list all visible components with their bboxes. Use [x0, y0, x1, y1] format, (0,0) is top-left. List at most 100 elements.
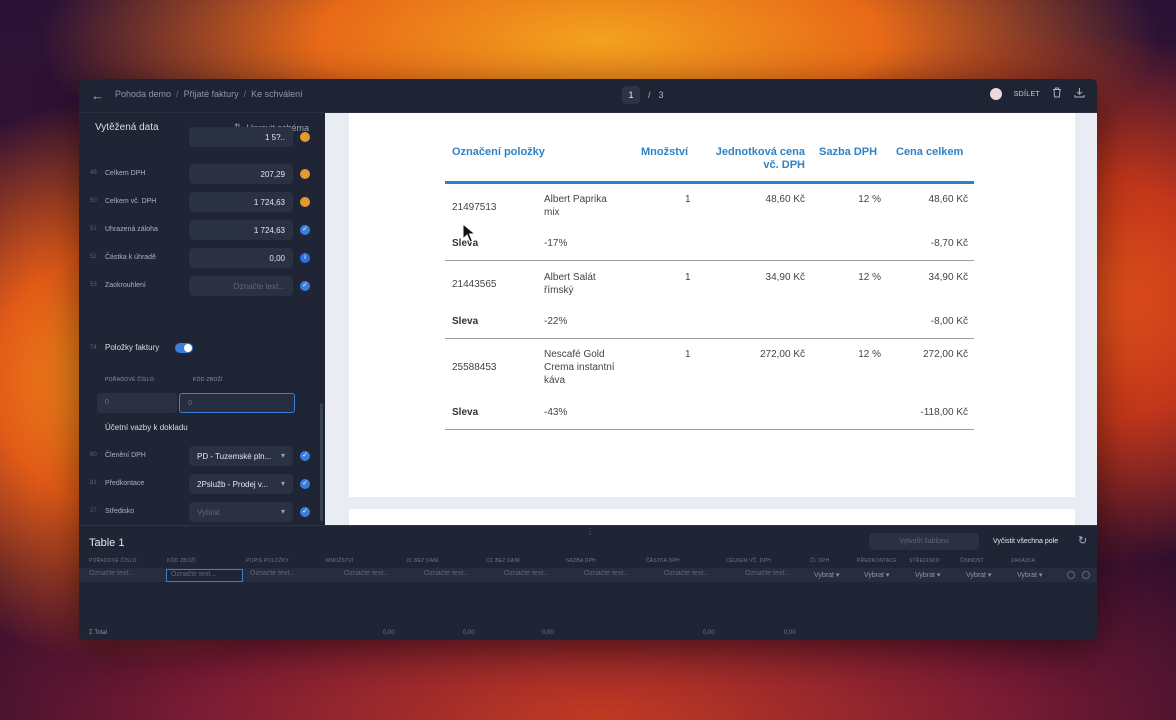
- field-value[interactable]: Označte text...: [189, 276, 293, 296]
- product-code-input[interactable]: 0: [179, 393, 295, 413]
- back-arrow-icon[interactable]: ←: [91, 88, 107, 104]
- header-vat-rate: Sazba DPH: [819, 146, 878, 158]
- field-label: Zaokrouhlení: [105, 282, 146, 289]
- select-label: Vybrat: [915, 572, 935, 579]
- discount-total: -8,00 Kč: [930, 316, 968, 327]
- column-header: SAZBA DPH: [566, 558, 596, 564]
- trash-icon[interactable]: [1052, 87, 1062, 101]
- header-unit-price-line2: vč. DPH: [763, 159, 805, 171]
- breadcrumb-item[interactable]: Ke schválení: [251, 89, 303, 99]
- field-number: 81: [90, 480, 97, 486]
- table-cell-input[interactable]: Označte text...: [166, 569, 243, 582]
- item-vat: 12 %: [858, 194, 881, 205]
- invoice-items-label: Položky faktury: [105, 343, 160, 352]
- column-header: ČINNOST: [960, 558, 984, 564]
- copy-row-icon[interactable]: [1067, 571, 1075, 579]
- column-header: POPIS POLOŽKY: [246, 558, 289, 564]
- field-value[interactable]: 1 724,63: [189, 192, 293, 212]
- item-name-line: Albert Paprika: [544, 194, 607, 205]
- field-value[interactable]: 0,00: [189, 248, 293, 268]
- app-window: ← Pohoda demo / Přijaté faktury / Ke sch…: [79, 79, 1097, 640]
- breadcrumb-item[interactable]: Přijaté faktury: [184, 89, 239, 99]
- extracted-data-sidebar: Vytěžená data ⇅ Upravit schéma 1 5?.. 49…: [79, 113, 325, 525]
- cost-center-select[interactable]: Vybrat: [189, 502, 293, 522]
- create-template-button[interactable]: Vytvořit šablonu: [869, 533, 979, 550]
- total-sum: 0,00: [463, 630, 475, 636]
- field-row-uhrazena-zaloha: 51 Uhrazená záloha 1 724,63 ✓: [79, 220, 325, 242]
- item-code: 21443565: [452, 279, 497, 290]
- avatar[interactable]: [989, 88, 1002, 100]
- field-number: 74: [90, 345, 97, 351]
- sidebar-scrollbar[interactable]: [320, 403, 323, 521]
- field-value[interactable]: 207,29: [189, 164, 293, 184]
- item-total: 48,60 Kč: [928, 194, 968, 205]
- table-cell-input[interactable]: Označte text...: [344, 570, 404, 581]
- select-label: Vybrat: [1017, 572, 1037, 579]
- item-name-line: Crema instantní: [544, 362, 615, 373]
- table-cell-input[interactable]: Označte text...: [89, 570, 161, 581]
- field-row-stredisko: 27 Středisko Vybrat ✓: [79, 502, 325, 524]
- row-divider: [445, 338, 974, 339]
- mouse-cursor-icon: [462, 223, 476, 243]
- item-total: 34,90 Kč: [928, 272, 968, 283]
- table-cell-select[interactable]: Vybrat ▾: [864, 571, 889, 579]
- clear-all-fields-button[interactable]: Vyčistit všechna pole: [993, 538, 1058, 545]
- field-label: Částka k úhradě: [105, 254, 156, 261]
- discount-percent: -43%: [544, 407, 568, 418]
- field-label: Středisko: [105, 508, 135, 515]
- table-cell-input[interactable]: Označte text...: [504, 570, 564, 581]
- warning-status-icon: [300, 169, 310, 179]
- table-cell-select[interactable]: Vybrat ▾: [814, 571, 839, 579]
- document-next-page: [349, 509, 1075, 525]
- total-label: Σ Total: [89, 630, 108, 636]
- share-button[interactable]: SDÍLET: [1014, 91, 1040, 98]
- item-name: Nescafé Gold Crema instantní káva: [544, 348, 615, 387]
- item-vat: 12 %: [858, 349, 881, 360]
- download-icon[interactable]: [1074, 87, 1085, 101]
- table-cell-select[interactable]: Vybrat ▾: [1017, 571, 1042, 579]
- table-cell-input[interactable]: Označte text...: [584, 570, 644, 581]
- document-preview: Označení položky Množství Jednotková cen…: [325, 113, 1097, 525]
- refresh-icon[interactable]: ↻: [1078, 534, 1087, 547]
- order-number-input[interactable]: 0: [97, 393, 177, 413]
- pre-accounting-select[interactable]: 2Psluž­b - Prodej v...: [189, 474, 293, 494]
- check-status-icon: ✓: [300, 225, 310, 235]
- table-cell-input[interactable]: Označte text...: [664, 570, 724, 581]
- top-actions: SDÍLET: [989, 87, 1085, 101]
- field-row-celkem-vc-dph: 50 Celkem vč. DPH 1 724,63: [79, 192, 325, 214]
- table-cell-input[interactable]: Označte text...: [424, 570, 484, 581]
- item-quantity: 1: [685, 349, 691, 360]
- header-item: Označení položky: [452, 146, 545, 158]
- field-row-castka-k-uhrade: 52 Částka k úhradě 0,00 i: [79, 248, 325, 270]
- field-number: 52: [90, 254, 97, 260]
- table-cell-select[interactable]: Vybrat ▾: [915, 571, 940, 579]
- item-total: 272,00 Kč: [922, 349, 968, 360]
- discount-percent: -17%: [544, 238, 568, 249]
- breadcrumb-item[interactable]: Pohoda demo: [115, 89, 171, 99]
- column-header: ZAKÁZKA: [1011, 558, 1036, 564]
- item-name-line: Nescafé Gold: [544, 349, 605, 360]
- table-cell-input[interactable]: Označte text...: [745, 570, 801, 581]
- field-value[interactable]: 1 5?..: [189, 127, 293, 147]
- item-unit-price: 34,90 Kč: [765, 272, 805, 283]
- select-label: Vybrat: [864, 572, 884, 579]
- discount-total: -8,70 Kč: [930, 238, 968, 249]
- warning-status-icon: [300, 132, 310, 142]
- field-value[interactable]: 1 724,63: [189, 220, 293, 240]
- vat-classification-select[interactable]: PD - Tuzemské pln...: [189, 446, 293, 466]
- column-header: KÓD ZBOŽÍ: [193, 377, 223, 383]
- field-number: 50: [90, 198, 97, 204]
- field-row-cleneni-dph: 80 Členění DPH PD - Tuzemské pln... ✓: [79, 446, 325, 468]
- check-status-icon: ✓: [300, 479, 310, 489]
- item-name-line: římský: [544, 285, 574, 296]
- page-current[interactable]: 1: [622, 86, 640, 104]
- item-code: 21497513: [452, 202, 497, 213]
- resize-grip-icon[interactable]: ⋮: [586, 527, 594, 536]
- invoice-items-toggle[interactable]: [175, 343, 193, 353]
- table-cell-select[interactable]: Vybrat ▾: [966, 571, 991, 579]
- delete-row-icon[interactable]: [1082, 571, 1090, 579]
- field-row-celkem-dph: 49 Celkem DPH 207,29: [79, 164, 325, 186]
- column-header: CELKEM VČ. DPH: [726, 558, 772, 564]
- item-unit-price: 48,60 Kč: [765, 194, 805, 205]
- table-cell-input[interactable]: Označte text...: [250, 570, 322, 581]
